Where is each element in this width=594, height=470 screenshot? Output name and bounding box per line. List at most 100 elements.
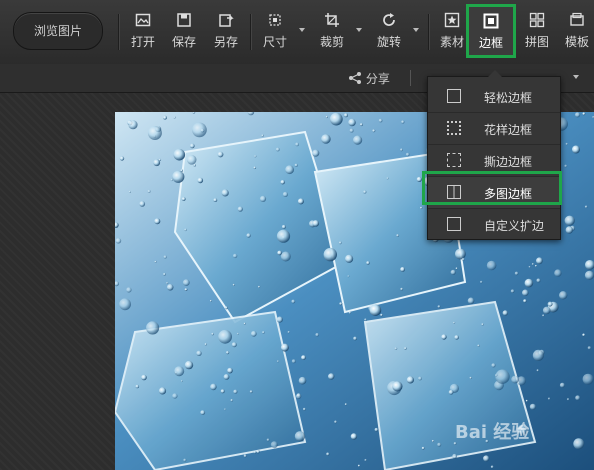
water-bubble <box>261 134 264 137</box>
menu-item-custom-expand[interactable]: 自定义扩边 <box>428 209 560 240</box>
water-bubble <box>392 381 403 392</box>
water-bubble <box>511 375 519 384</box>
water-bubble <box>315 333 319 337</box>
frame-button[interactable]: 边框 <box>466 4 516 58</box>
water-bubble <box>582 333 586 337</box>
menu-item-fancy-frame[interactable]: 花样边框 <box>428 113 560 145</box>
save-icon <box>177 13 191 27</box>
water-bubble <box>189 143 195 149</box>
water-bubble <box>491 363 496 368</box>
water-bubble <box>554 269 562 277</box>
water-bubble <box>359 123 363 127</box>
water-bubble <box>486 260 497 271</box>
water-bubble <box>455 267 458 270</box>
water-bubble <box>262 331 265 334</box>
water-bubble <box>146 321 160 335</box>
template-button[interactable]: 模板 <box>563 12 591 54</box>
water-bubble <box>141 374 147 381</box>
water-bubble <box>418 376 422 381</box>
water-bubble <box>453 321 456 324</box>
water-bubble <box>276 360 280 363</box>
water-bubble <box>246 233 251 238</box>
crop-icon <box>325 13 339 27</box>
water-bubble <box>119 156 125 161</box>
water-bubble <box>294 431 306 442</box>
menu-item-label: 轻松边框 <box>484 91 533 105</box>
rotate-button[interactable]: 旋转 <box>375 12 403 54</box>
water-bubble <box>575 395 581 401</box>
water-bubble <box>253 166 257 170</box>
rotate-label: 旋转 <box>376 35 401 49</box>
water-bubble <box>220 389 225 394</box>
water-bubble <box>276 229 291 243</box>
save-label: 保存 <box>171 35 196 49</box>
more-dropdown-caret[interactable] <box>573 75 579 79</box>
save-as-label: 另存 <box>213 35 238 49</box>
water-bubble <box>431 439 435 443</box>
menu-item-simple-frame[interactable]: 轻松边框 <box>428 81 560 113</box>
water-bubble <box>396 234 400 237</box>
water-bubble <box>196 350 202 356</box>
water-bubble <box>477 344 480 347</box>
crop-label: 裁剪 <box>319 35 344 49</box>
water-bubble <box>243 322 246 325</box>
browse-images-button[interactable]: 浏览图片 <box>13 12 103 50</box>
water-bubble <box>233 389 238 394</box>
water-bubble <box>249 390 253 394</box>
water-bubble <box>523 299 527 303</box>
water-bubble <box>542 314 545 317</box>
collage-button[interactable]: 拼图 <box>523 12 551 54</box>
share-button[interactable]: 分享 <box>348 70 390 87</box>
frame-label: 边框 <box>478 36 503 50</box>
water-bubble <box>280 251 291 262</box>
simple-frame-icon <box>447 89 461 103</box>
rotate-dropdown-caret[interactable] <box>413 28 419 32</box>
water-bubble <box>348 118 356 127</box>
menu-item-label: 花样边框 <box>484 123 533 137</box>
save-as-button[interactable]: 另存 <box>212 12 240 54</box>
water-bubble <box>338 241 342 245</box>
water-bubble <box>163 272 166 276</box>
water-bubble <box>294 163 298 167</box>
crop-dropdown-caret[interactable] <box>356 28 362 32</box>
water-bubble <box>535 264 537 267</box>
resize-button[interactable]: 尺寸 <box>261 12 289 54</box>
water-bubble <box>174 366 185 377</box>
torn-frame-icon <box>447 153 461 167</box>
water-bubble <box>295 393 302 399</box>
water-bubble <box>193 163 196 167</box>
rotate-icon <box>383 13 395 26</box>
crop-button[interactable]: 裁剪 <box>318 12 346 54</box>
toolbar-separator <box>428 14 430 50</box>
water-bubble <box>231 342 237 348</box>
water-bubble <box>369 304 382 316</box>
open-button[interactable]: 打开 <box>129 12 157 54</box>
save-button[interactable]: 保存 <box>170 12 198 54</box>
water-bubble <box>525 399 528 402</box>
water-bubble <box>170 178 173 182</box>
water-bubble <box>128 120 138 130</box>
water-bubble <box>180 169 183 172</box>
water-bubble <box>181 197 186 201</box>
collage-label: 拼图 <box>524 35 549 49</box>
water-bubble <box>172 170 185 183</box>
water-bubble <box>495 369 510 384</box>
toolbar-separator <box>410 70 411 86</box>
water-bubble <box>531 263 534 266</box>
water-bubble <box>139 201 146 207</box>
water-bubble <box>323 247 337 262</box>
water-bubble <box>461 257 465 261</box>
resize-dropdown-caret[interactable] <box>299 28 305 32</box>
water-bubble <box>280 343 289 352</box>
sticker-button[interactable]: 素材 <box>438 12 466 54</box>
water-bubble <box>339 302 343 306</box>
water-bubble <box>259 195 267 202</box>
water-bubble <box>184 288 188 291</box>
water-bubble <box>547 301 553 307</box>
water-bubble <box>374 427 379 432</box>
water-bubble <box>364 458 367 462</box>
water-bubble <box>158 158 162 161</box>
share-icon <box>349 72 361 84</box>
water-bubble <box>502 310 508 316</box>
water-bubble <box>495 374 498 377</box>
